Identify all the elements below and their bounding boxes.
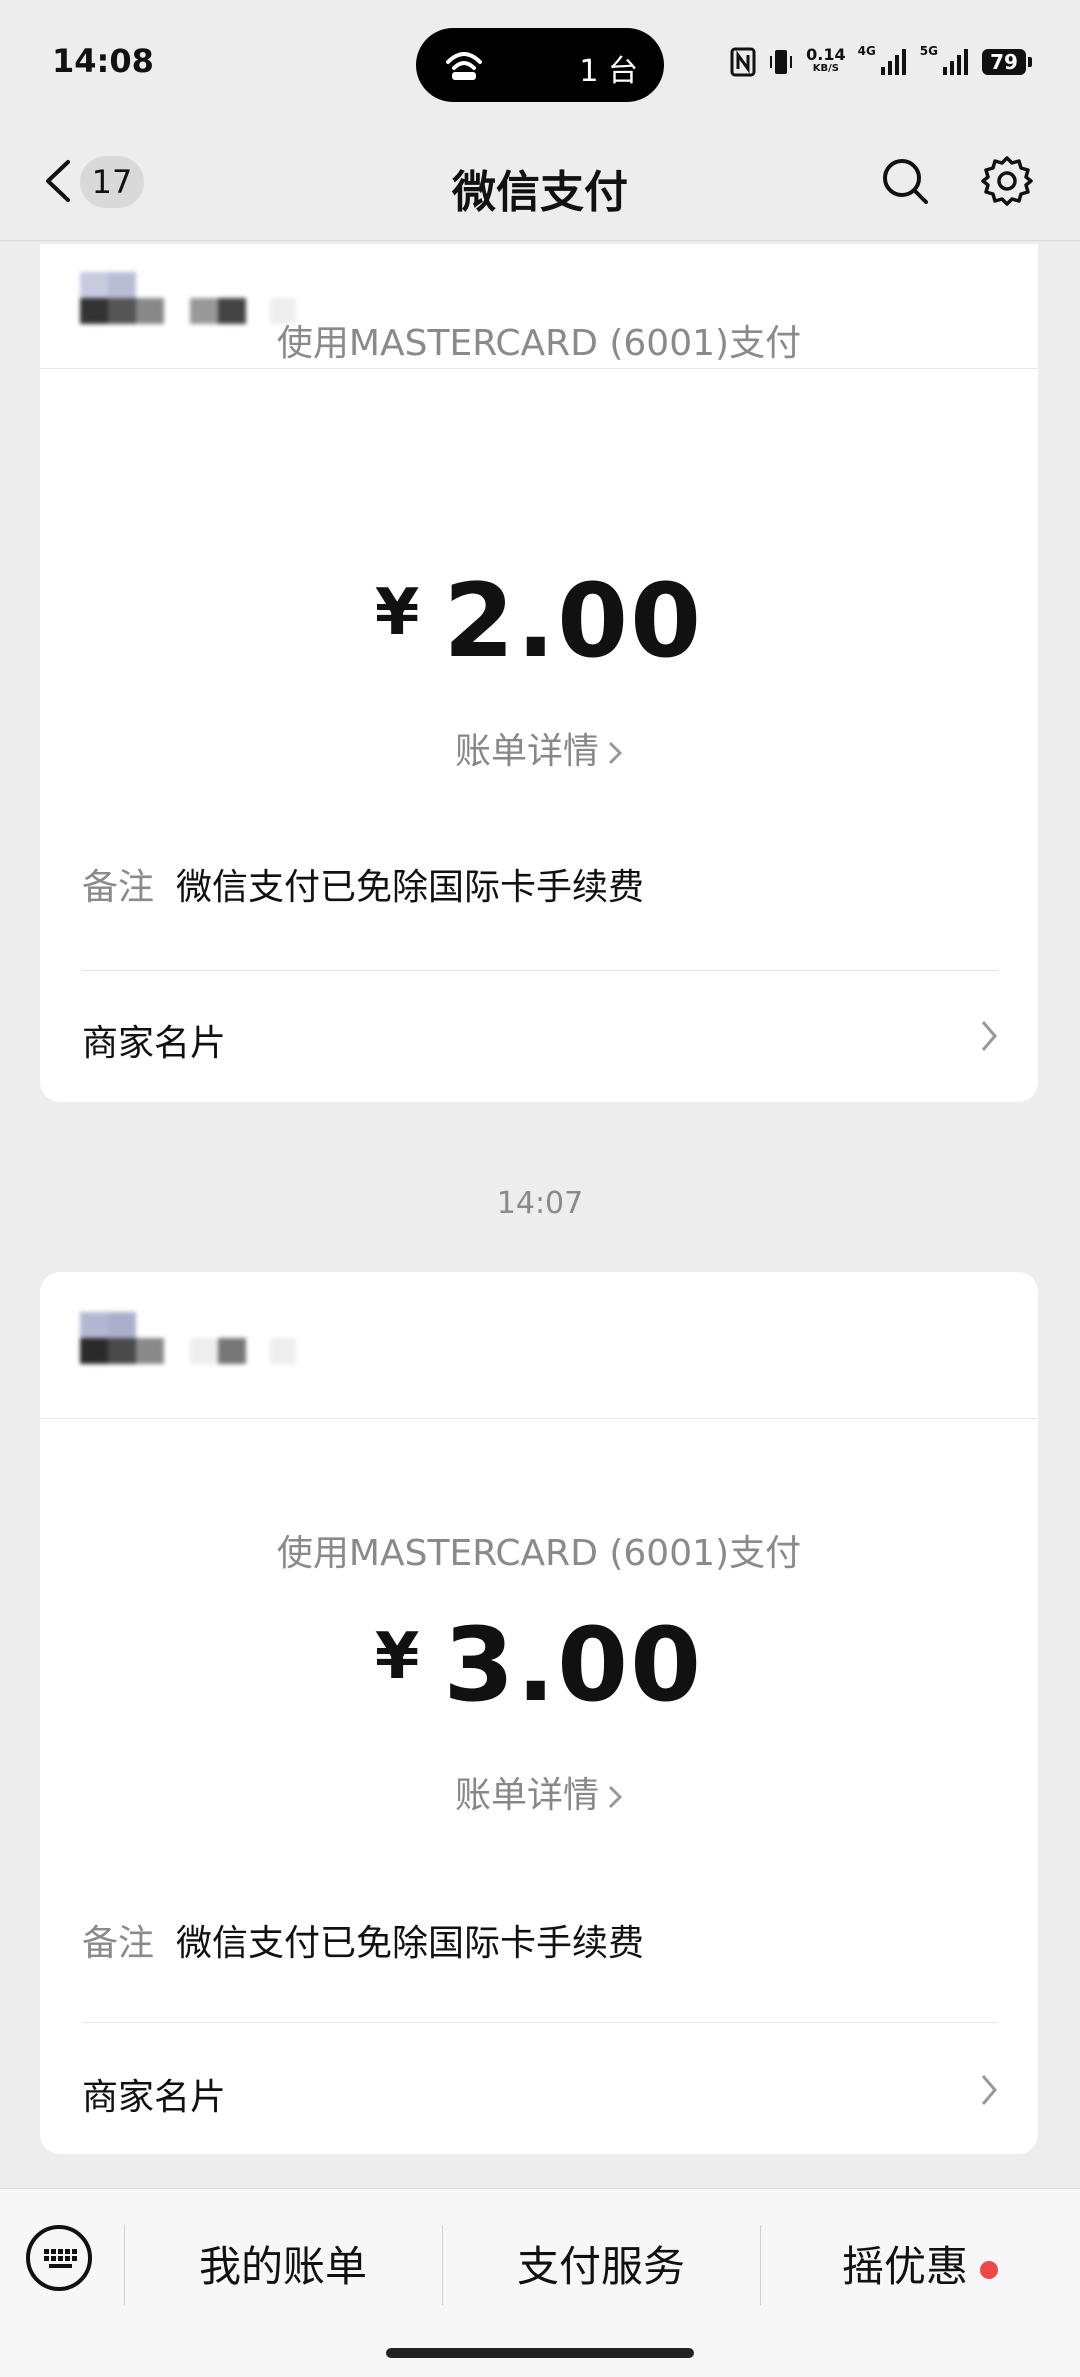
nfc-icon — [730, 47, 756, 77]
note-row: 备注 微信支付已免除国际卡手续费 — [82, 867, 645, 908]
cast-island[interactable]: 1 台 — [416, 28, 664, 102]
gear-icon[interactable] — [980, 154, 1034, 208]
payment-amount: ¥2.00 — [374, 562, 704, 681]
search-icon[interactable] — [880, 156, 930, 206]
payment-card[interactable]: 使用MASTERCARD (6001)支付 ¥3.00 账单详情 备注 微信支付已… — [40, 1272, 1038, 2154]
merchant-card-row[interactable]: 商家名片 — [82, 2068, 998, 2120]
chevron-right-icon — [981, 1021, 997, 1051]
clock: 14:08 — [52, 42, 154, 80]
payment-card[interactable]: 使用MASTERCARD (6001)支付 ¥2.00 账单详情 备注 微信支付已… — [40, 244, 1038, 1102]
4g-label: 4G — [857, 44, 876, 58]
divider — [82, 2022, 998, 2023]
divider — [82, 970, 998, 971]
notification-dot — [980, 2260, 998, 2279]
tab-shake-deals[interactable]: 摇优惠 — [760, 2233, 1080, 2294]
vibrate-icon — [770, 50, 793, 74]
net-speed: 0.14 KB/S — [806, 45, 846, 75]
home-indicator[interactable] — [386, 2348, 694, 2358]
bill-detail-link[interactable]: 账单详情 — [40, 1766, 1038, 1818]
merchant-card-row[interactable]: 商家名片 — [82, 1014, 998, 1066]
chevron-right-icon — [608, 741, 623, 765]
cast-count: 1 台 — [579, 54, 638, 89]
tab-my-bills[interactable]: 我的账单 — [124, 2233, 442, 2294]
chevron-right-icon — [981, 2075, 997, 2105]
tab-payment-services[interactable]: 支付服务 — [442, 2233, 760, 2294]
payment-method: 使用MASTERCARD (6001)支付 — [276, 1533, 802, 1574]
bill-detail-link[interactable]: 账单详情 — [40, 722, 1038, 774]
battery-icon: 79 — [982, 49, 1032, 75]
signal-icon — [880, 49, 906, 75]
note-row: 备注 微信支付已免除国际卡手续费 — [82, 1923, 645, 1964]
chevron-right-icon — [608, 1785, 623, 1809]
status-icons: 0.14 KB/S 4G 5G 79 — [730, 44, 1032, 80]
cast-icon — [446, 52, 482, 80]
message-timestamp: 14:07 — [496, 1186, 584, 1221]
status-bar: 14:08 1 台 0.14 KB/S 4G 5G 79 — [0, 0, 1080, 120]
signal-5g-icon — [943, 49, 968, 75]
payment-method: 使用MASTERCARD (6001)支付 — [276, 323, 802, 364]
5g-label: 5G — [919, 44, 938, 58]
payment-amount: ¥3.00 — [374, 1606, 704, 1725]
nav-bar: 17 微信支付 — [0, 120, 1080, 241]
keyboard-icon[interactable] — [26, 2225, 92, 2291]
merchant-header[interactable] — [40, 1272, 1038, 1419]
